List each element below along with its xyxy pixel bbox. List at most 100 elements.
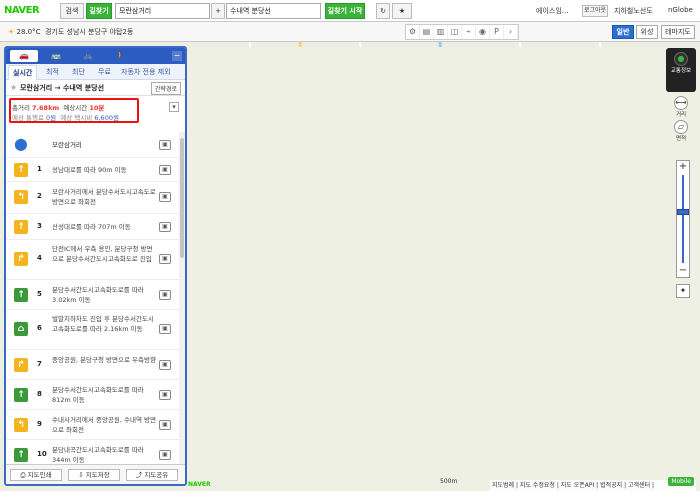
step-7[interactable]: ↱ 7 중앙공원, 분당구청 방면으로 우측방향 ▣ <box>6 350 185 380</box>
area-icon: ▱ <box>674 120 688 134</box>
step-2[interactable]: ↰ 2 모란사거리에서 분당수서도시고속도로 방면으로 좌회전 ▣ <box>6 182 185 214</box>
summary-toggle-icon[interactable]: ▾ <box>169 102 179 112</box>
share-label: 지도공유 <box>144 471 169 479</box>
route-title: 모란삼거리 → 수내역 분당선 <box>20 84 105 92</box>
step-view-icon[interactable]: ▣ <box>159 254 171 264</box>
origin-pin-icon: ⬤ <box>14 137 28 151</box>
step-origin[interactable]: ⬤ 모란삼거리 ▣ <box>6 132 185 158</box>
directions-tab-button[interactable]: 길찾기 <box>86 3 112 19</box>
car-layer-icon[interactable]: ◫ <box>448 25 462 39</box>
refresh-icon[interactable]: ↻ <box>376 3 390 19</box>
tab-optimal[interactable]: 최적 <box>46 67 59 77</box>
compass-icon[interactable]: ✦ <box>676 284 690 298</box>
step-number: 6 <box>37 324 42 332</box>
walk-mode-tab[interactable]: 🚶 <box>106 50 134 62</box>
simple-route-button[interactable]: 간략경로 <box>150 82 181 95</box>
layer-icon-strip: ⚙ ▤ ▥ ◫ ⌁ ◉ P › <box>405 24 519 40</box>
user-name[interactable]: 에이스임... <box>536 6 568 16</box>
step-view-icon[interactable]: ▣ <box>159 360 171 370</box>
scrollbar-thumb[interactable] <box>180 138 184 258</box>
taxi-value: 6,600원 <box>94 114 119 122</box>
tunnel-icon: ⌂ <box>14 322 28 336</box>
area-tool[interactable]: ▱ 면적 <box>666 120 696 142</box>
tab-realtime[interactable]: 실시간 <box>8 65 38 80</box>
zoom-track[interactable] <box>682 175 684 263</box>
area-label: 면적 <box>675 136 687 142</box>
map-type-normal[interactable]: 일반 <box>612 25 634 39</box>
next-icon[interactable]: › <box>504 25 518 39</box>
zoom-out-icon[interactable]: − <box>677 265 689 277</box>
share-icon: ⤴ <box>135 471 143 479</box>
star-icon[interactable]: ★ <box>10 83 17 92</box>
traffic-tool[interactable]: ● 교통정보 <box>666 48 696 92</box>
step-view-icon[interactable]: ▣ <box>159 165 171 175</box>
bike-layer-icon[interactable]: ⌁ <box>462 25 476 39</box>
tab-exclude-expressway[interactable]: 자동차 전용 제외 <box>121 67 171 77</box>
panel-footer: ⎙ 지도인쇄 ⇩ 지도저장 ⤴ 지도공유 <box>6 464 185 484</box>
settings-icon[interactable]: ⚙ <box>406 25 420 39</box>
step-view-icon[interactable]: ▣ <box>159 390 171 400</box>
step-text: 모란삼거리 <box>52 141 82 149</box>
step-view-icon[interactable]: ▣ <box>159 290 171 300</box>
step-text: 분당수서간도시고속화도로를 따라 3.02km 이동 <box>52 286 144 304</box>
share-map-button[interactable]: ⤴ 지도공유 <box>126 469 178 481</box>
zoom-slider-handle[interactable] <box>677 209 689 215</box>
naver-logo[interactable]: NAVER 지도 <box>4 5 700 491</box>
collapse-icon[interactable]: − <box>172 51 182 61</box>
search-tab-button[interactable]: 검색 <box>60 3 84 19</box>
start-directions-button[interactable]: 길찾기 시작 <box>325 3 365 19</box>
distance-label: 거리 <box>675 112 687 118</box>
step-view-icon[interactable]: ▣ <box>159 450 171 460</box>
mobile-link[interactable]: Mobile <box>668 477 694 486</box>
add-waypoint-button[interactable]: + <box>211 3 225 19</box>
step-4[interactable]: ↱ 4 단전IC에서 우측 용인, 분당구청 방면으로 분당수서간도시고속화도로… <box>6 240 185 280</box>
car-mode-tab[interactable]: 🚗 <box>10 50 38 62</box>
step-text: 중앙공원, 분당구청 방면으로 우측방향 <box>52 356 156 364</box>
step-view-icon[interactable]: ▣ <box>159 324 171 334</box>
origin-input[interactable]: 모란삼거리 <box>115 3 210 19</box>
right-turn-icon: ↱ <box>14 358 28 372</box>
location-text: 경기도 성남시 분당구 야탑2동 <box>44 28 134 36</box>
step-10[interactable]: ↑ 10 분당내곡간도시고속화도로를 따라 344m 이동 ▣ <box>6 440 185 464</box>
step-view-icon[interactable]: ▣ <box>159 222 171 232</box>
map-type-theme[interactable]: 테마지도 <box>661 25 695 39</box>
walk-icon: 🚶 <box>115 51 125 60</box>
download-icon: ⇩ <box>78 471 84 479</box>
nglobe-link[interactable]: nGlobe <box>668 6 693 14</box>
left-turn-icon: ↰ <box>14 418 28 432</box>
step-view-icon[interactable]: ▣ <box>159 420 171 430</box>
destination-input[interactable]: 수내역 분당선 <box>226 3 321 19</box>
subway-map-link[interactable]: 지하철노선도 <box>614 6 653 16</box>
step-5[interactable]: ↑ 5 분당수서간도시고속화도로를 따라 3.02km 이동 ▣ <box>6 280 185 310</box>
step-number: 5 <box>37 290 42 298</box>
train-layer-icon[interactable]: ▥ <box>434 25 448 39</box>
sun-icon: ☀ <box>8 28 15 36</box>
steps-scrollbar[interactable] <box>179 132 185 464</box>
bus-layer-icon[interactable]: ▤ <box>420 25 434 39</box>
zoom-in-icon[interactable]: + <box>677 161 689 173</box>
cctv-layer-icon[interactable]: ◉ <box>476 25 490 39</box>
bike-mode-tab[interactable]: 🚲 <box>74 50 102 62</box>
step-3[interactable]: ↑ 3 산성대로를 따라 707m 이동 ▣ <box>6 214 185 240</box>
step-6[interactable]: ⌂ 6 벌말지하차도 진입 후 분당수서간도시고속화도로를 따라 2.16km … <box>6 310 185 350</box>
print-map-button[interactable]: ⎙ 지도인쇄 <box>10 469 62 481</box>
logout-button[interactable]: 로그아웃 <box>582 5 608 17</box>
summary-distance-time: 총거리 7.68km 예상시간 10분 <box>12 102 104 112</box>
step-text: 분당내곡간도시고속화도로를 따라 344m 이동 <box>52 446 144 464</box>
distance-label: 총거리 <box>12 104 30 112</box>
step-1[interactable]: ↑ 1 성남대로를 따라 90m 이동 ▣ <box>6 158 185 182</box>
step-9[interactable]: ↰ 9 수내사거리에서 중앙공원, 수내역 방면으로 좌회전 ▣ <box>6 410 185 440</box>
transit-mode-tab[interactable]: 🚌 <box>42 50 70 62</box>
distance-tool[interactable]: ⟷ 거리 <box>666 96 696 118</box>
favorite-icon[interactable]: ★ <box>392 3 412 19</box>
save-map-button[interactable]: ⇩ 지도저장 <box>68 469 120 481</box>
tab-free[interactable]: 무료 <box>98 67 111 77</box>
step-8[interactable]: ↑ 8 분당수서간도시고속화도로를 따라 812m 이동 ▣ <box>6 380 185 410</box>
map-type-satellite[interactable]: 위성 <box>636 25 658 39</box>
step-view-icon[interactable]: ▣ <box>159 140 171 150</box>
step-number: 7 <box>37 360 42 368</box>
tab-shortest[interactable]: 최단 <box>72 67 85 77</box>
map-footer-links[interactable]: 지도범례 | 지도 수정요청 | 지도 오픈API | 법적공지 | 고객센터 … <box>490 480 696 491</box>
parking-layer-icon[interactable]: P <box>490 25 504 39</box>
step-view-icon[interactable]: ▣ <box>159 192 171 202</box>
